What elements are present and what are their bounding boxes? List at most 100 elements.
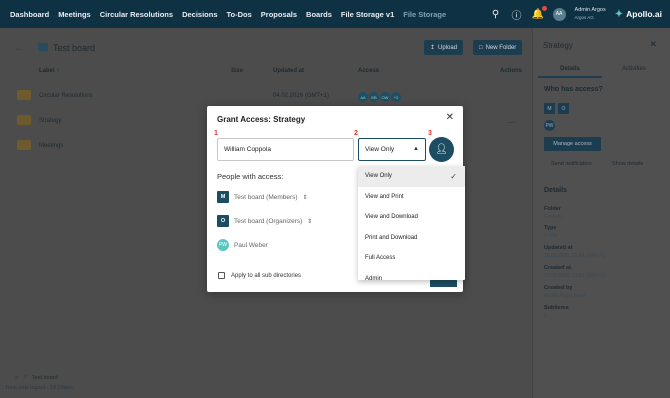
upload-button-label: Upload	[438, 44, 458, 51]
panel-title: Strategy	[543, 41, 573, 50]
home-icon[interactable]: ⌂	[15, 375, 18, 381]
send-notification-button[interactable]: Send notification	[551, 161, 592, 167]
show-details-button[interactable]: Show details	[612, 161, 643, 167]
breadcrumb: ⌂ / Test board	[15, 375, 58, 381]
list-item: O Test board (Organizers) ⇕	[217, 215, 312, 227]
nav-todos[interactable]: To-Dos	[227, 10, 252, 19]
nav-file-storage[interactable]: File Storage	[403, 10, 446, 19]
detail-key: Type	[544, 225, 557, 231]
nav-boards[interactable]: Boards	[306, 10, 332, 19]
folder-icon	[17, 115, 31, 125]
user-company: Argos AG	[574, 15, 594, 20]
app-logo: ✦ Apollo.ai	[615, 9, 662, 20]
nav-circular-resolutions[interactable]: Circular Resolutions	[100, 10, 173, 19]
member-badge: O	[217, 215, 229, 227]
detail-value: Admin Argos (you)	[544, 293, 586, 299]
avatar[interactable]: AA	[552, 7, 566, 21]
permission-dropdown: View Only ✓ View and Print View and Down…	[358, 166, 465, 280]
detail-value: 1	[544, 313, 547, 319]
who-has-access-heading: Who has access?	[544, 86, 603, 93]
column-header-actions: Actions	[500, 68, 523, 74]
sort-icon[interactable]: ⇕	[307, 218, 312, 225]
table-row[interactable]: Strategy	[39, 118, 61, 124]
detail-value: Folder	[544, 233, 559, 239]
upload-button[interactable]: ↥ Upload	[424, 40, 464, 55]
add-user-icon: 👤︎	[435, 144, 448, 155]
avatar: AA	[358, 92, 368, 102]
help-icon[interactable]: ⓘ	[511, 7, 523, 22]
column-header-updated[interactable]: Updated at	[273, 68, 304, 74]
sort-icon[interactable]: ⇕	[303, 194, 308, 201]
breadcrumb-separator: /	[24, 375, 26, 381]
detail-key: Subitems	[544, 305, 569, 311]
apply-label: Apply to all sub directories	[231, 272, 302, 279]
list-item: M Test board (Members) ⇕	[217, 191, 308, 203]
dropdown-option-full-access[interactable]: Full Access	[358, 248, 465, 269]
detail-value: 26.03.2026, 15:42 (GMT+1)	[544, 253, 606, 259]
search-icon[interactable]: ⚲	[490, 9, 502, 20]
member-label: Paul Weber	[234, 241, 268, 249]
member-label: Test board (Members)	[234, 193, 298, 201]
nav-dashboard[interactable]: Dashboard	[10, 10, 49, 19]
close-icon[interactable]: ✕	[446, 112, 454, 123]
tab-activities[interactable]: Activities	[602, 66, 666, 78]
dropdown-option-view-and-print[interactable]: View and Print	[358, 187, 465, 208]
row-updated: 04.02.2026 (GMT+1)	[273, 93, 329, 99]
folder-icon	[17, 90, 31, 100]
details-panel: Strategy ✕ Details Activities Who has ac…	[532, 28, 670, 398]
permission-select[interactable]: View Only ▲	[358, 138, 426, 161]
dialog-title: Grant Access: Strategy	[217, 115, 306, 124]
step-number: 3	[428, 130, 432, 137]
permission-select-value: View Only	[365, 146, 395, 153]
avatar: PW	[217, 239, 229, 251]
save-button[interactable]	[430, 279, 457, 287]
avatar: PW	[544, 120, 555, 131]
folder-icon	[17, 140, 31, 150]
avatar-overflow: +3	[391, 92, 401, 102]
list-item: PW Paul Weber	[217, 239, 268, 251]
user-search-input[interactable]: William Coppola	[217, 138, 354, 161]
detail-key: Updated at	[544, 245, 573, 251]
tab-details[interactable]: Details	[538, 66, 602, 78]
avatar: EB	[369, 92, 379, 102]
details-heading: Details	[544, 187, 567, 194]
nav-proposals[interactable]: Proposals	[261, 10, 297, 19]
dropdown-option-print-and-download[interactable]: Print and Download	[358, 228, 465, 249]
nav-file-storage-v1[interactable]: File Storage v1	[341, 10, 394, 19]
member-badge: M	[217, 191, 229, 203]
breadcrumb-item[interactable]: Test board	[32, 375, 58, 381]
dropdown-option-view-only[interactable]: View Only ✓	[358, 166, 465, 187]
close-icon[interactable]: ✕	[649, 39, 657, 50]
bell-icon[interactable]: 🔔	[532, 5, 547, 20]
column-header-label[interactable]: Label ↑	[39, 68, 59, 74]
dropdown-option-admin[interactable]: Admin	[358, 269, 465, 280]
table-row[interactable]: Circular Resolutions	[39, 93, 93, 99]
organizer-chip: O	[558, 103, 569, 114]
upload-icon: ↥	[430, 45, 436, 51]
nav-decisions[interactable]: Decisions	[182, 10, 217, 19]
apply-subdirectories: Apply to all sub directories	[218, 272, 301, 279]
column-header-size[interactable]: Size	[231, 68, 243, 74]
caret-up-icon: ▲	[413, 146, 419, 152]
member-label: Test board (Organizers)	[234, 217, 303, 225]
new-folder-button-label: New Folder	[485, 44, 517, 51]
user-menu[interactable]: Admin Argos Argos AG	[575, 7, 606, 21]
more-actions-icon[interactable]: ⋯	[507, 118, 515, 127]
manage-access-button[interactable]: Manage access	[544, 137, 601, 151]
back-arrow-icon[interactable]: ←	[14, 43, 24, 54]
new-folder-icon: □	[479, 44, 483, 51]
apply-checkbox[interactable]	[218, 272, 225, 279]
check-icon: ✓	[450, 171, 457, 181]
add-user-button[interactable]: 👤︎	[429, 137, 454, 162]
new-folder-button[interactable]: □ New Folder	[473, 40, 523, 55]
dropdown-option-view-and-download[interactable]: View and Download	[358, 207, 465, 228]
avatar: OW	[380, 92, 390, 102]
table-row[interactable]: Meetings	[39, 143, 63, 149]
logout-timer: Time until logout - 18:59min	[5, 385, 73, 391]
nav-meetings[interactable]: Meetings	[58, 10, 91, 19]
detail-value: 15.09.2025, 13:07 (GMT+2)	[544, 273, 606, 279]
detail-key: Created by	[544, 285, 573, 291]
detail-key: Folder	[544, 206, 561, 212]
notification-badge	[541, 5, 547, 11]
user-name: Admin Argos	[574, 7, 606, 13]
